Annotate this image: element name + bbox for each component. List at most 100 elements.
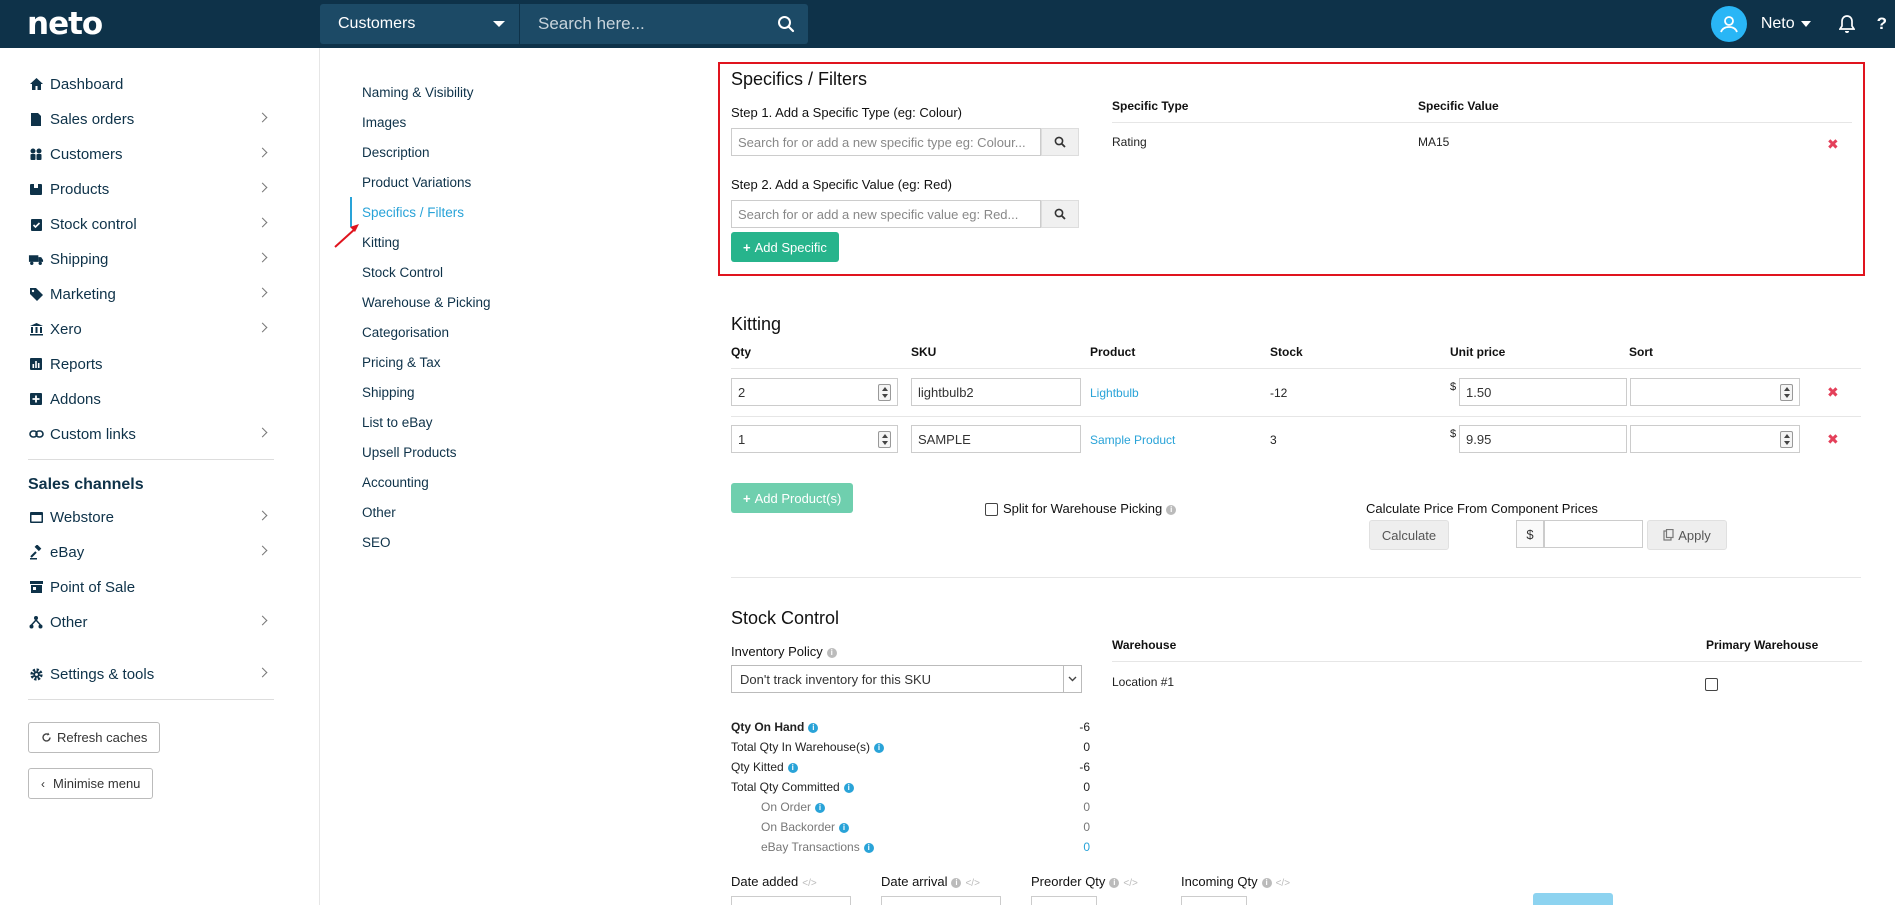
sidebar-item-label: Point of Sale bbox=[50, 578, 136, 596]
subnav-images[interactable]: Images bbox=[362, 115, 406, 130]
ebay-transactions-value[interactable]: 0 bbox=[1070, 840, 1090, 854]
specific-type-search-button[interactable] bbox=[1041, 128, 1079, 156]
kit-price-input[interactable]: 9.95 bbox=[1459, 425, 1627, 453]
sidebar-item-stock-control[interactable]: Stock control bbox=[28, 207, 274, 241]
refresh-caches-button[interactable]: Refresh caches bbox=[28, 722, 161, 753]
search-scope-select[interactable]: Customers bbox=[320, 4, 520, 44]
kit-stock-cell: 3 bbox=[1270, 433, 1277, 447]
delete-kit-row-button[interactable]: ✖ bbox=[1827, 384, 1839, 401]
subnav-pricing-tax[interactable]: Pricing & Tax bbox=[362, 355, 441, 370]
sidebar-item-label: Xero bbox=[50, 320, 82, 338]
info-icon[interactable]: i bbox=[843, 782, 854, 793]
add-products-button[interactable]: + Add Product(s) bbox=[731, 483, 854, 513]
help-button[interactable]: ? bbox=[1877, 14, 1887, 34]
primary-warehouse-checkbox[interactable] bbox=[1705, 678, 1718, 691]
calc-price-input[interactable] bbox=[1544, 520, 1643, 548]
kit-qty-input[interactable]: 1 bbox=[731, 425, 898, 453]
info-icon[interactable]: i bbox=[787, 762, 798, 773]
subnav-kitting[interactable]: Kitting bbox=[362, 235, 400, 250]
add-specific-button[interactable]: + Add Specific bbox=[731, 232, 839, 262]
info-icon[interactable]: i bbox=[863, 842, 874, 853]
sidebar-item-xero[interactable]: Xero bbox=[28, 312, 274, 346]
subnav-accounting[interactable]: Accounting bbox=[362, 475, 429, 490]
specific-type-input[interactable]: Search for or add a new specific type eg… bbox=[731, 128, 1041, 156]
info-icon[interactable]: i bbox=[1166, 504, 1177, 515]
subnav-list-to-ebay[interactable]: List to eBay bbox=[362, 415, 433, 430]
sidebar-item-custom-links[interactable]: Custom links bbox=[28, 417, 274, 451]
kit-product-link[interactable]: Sample Product bbox=[1090, 433, 1175, 447]
stepper-icon[interactable] bbox=[878, 431, 891, 448]
subnav-naming-visibility[interactable]: Naming & Visibility bbox=[362, 85, 474, 100]
apply-button[interactable]: Apply bbox=[1647, 520, 1727, 550]
sidebar-item-webstore[interactable]: Webstore bbox=[28, 500, 274, 534]
info-icon[interactable]: i bbox=[826, 647, 837, 658]
neto-logo[interactable]: neto bbox=[27, 6, 103, 42]
notifications-button[interactable] bbox=[1838, 15, 1855, 33]
preorder-qty-label: Preorder Qty i </> bbox=[1031, 874, 1138, 889]
specific-value-search-button[interactable] bbox=[1041, 200, 1079, 228]
delete-specific-button[interactable]: ✖ bbox=[1827, 136, 1839, 153]
avatar[interactable] bbox=[1710, 6, 1747, 42]
sidebar-item-settings[interactable]: Settings & tools bbox=[28, 657, 274, 691]
search-button[interactable] bbox=[764, 4, 808, 44]
subnav-specifics-filters[interactable]: Specifics / Filters bbox=[362, 205, 464, 220]
chevron-down-icon[interactable] bbox=[1800, 21, 1811, 27]
kit-sku-input[interactable]: SAMPLE bbox=[911, 425, 1081, 453]
kit-sort-input[interactable] bbox=[1630, 378, 1800, 406]
info-icon[interactable]: i bbox=[951, 877, 962, 888]
subnav-warehouse-picking[interactable]: Warehouse & Picking bbox=[362, 295, 491, 310]
kit-qty-input[interactable]: 2 bbox=[731, 378, 898, 406]
subnav-other[interactable]: Other bbox=[362, 505, 396, 520]
subnav-seo[interactable]: SEO bbox=[362, 535, 391, 550]
info-icon[interactable]: i bbox=[815, 802, 826, 813]
sidebar-item-marketing[interactable]: Marketing bbox=[28, 277, 274, 311]
kit-sku-input[interactable]: lightbulb2 bbox=[911, 378, 1081, 406]
sidebar-item-addons[interactable]: Addons bbox=[28, 382, 274, 416]
on-backorder-label: On Backorder i bbox=[761, 820, 850, 834]
floating-save-button[interactable] bbox=[1533, 893, 1613, 905]
sidebar-item-shipping[interactable]: Shipping bbox=[28, 242, 274, 276]
section-divider bbox=[731, 577, 1861, 578]
sidebar-item-other[interactable]: Other bbox=[28, 605, 274, 639]
subnav-upsell-products[interactable]: Upsell Products bbox=[362, 445, 457, 460]
stepper-icon[interactable] bbox=[1780, 431, 1793, 448]
info-icon[interactable]: i bbox=[1261, 877, 1272, 888]
sidebar-item-products[interactable]: Products bbox=[28, 172, 274, 206]
info-icon[interactable]: i bbox=[839, 822, 850, 833]
delete-kit-row-button[interactable]: ✖ bbox=[1827, 431, 1839, 448]
incoming-qty-input[interactable] bbox=[1181, 896, 1247, 905]
sidebar-item-ebay[interactable]: eBay bbox=[28, 535, 274, 569]
date-added-input[interactable] bbox=[731, 896, 851, 905]
kit-sort-input[interactable] bbox=[1630, 425, 1800, 453]
subnav-description[interactable]: Description bbox=[362, 145, 430, 160]
info-icon[interactable]: i bbox=[808, 722, 819, 733]
subnav-categorisation[interactable]: Categorisation bbox=[362, 325, 449, 340]
info-icon[interactable]: i bbox=[873, 742, 884, 753]
specifics-title: Specifics / Filters bbox=[731, 69, 868, 89]
kit-product-link[interactable]: Lightbulb bbox=[1090, 386, 1139, 400]
stepper-icon[interactable] bbox=[878, 384, 891, 401]
user-menu-name[interactable]: Neto bbox=[1761, 15, 1795, 33]
subnav-product-variations[interactable]: Product Variations bbox=[362, 175, 471, 190]
sidebar-item-sales-orders[interactable]: Sales orders bbox=[28, 102, 274, 136]
subnav-stock-control[interactable]: Stock Control bbox=[362, 265, 443, 280]
date-arrival-input[interactable] bbox=[881, 896, 1001, 905]
sidebar-item-dashboard[interactable]: Dashboard bbox=[28, 67, 274, 101]
kit-price-input[interactable]: 1.50 bbox=[1459, 378, 1627, 406]
preorder-qty-input[interactable] bbox=[1031, 896, 1097, 905]
minimise-menu-button[interactable]: ‹ Minimise menu bbox=[28, 768, 154, 799]
inventory-policy-select[interactable]: Don't track inventory for this SKU bbox=[731, 665, 1082, 693]
search-input[interactable] bbox=[520, 4, 764, 44]
sidebar-item-point-of-sale[interactable]: Point of Sale bbox=[28, 570, 274, 604]
stepper-icon[interactable] bbox=[1780, 384, 1793, 401]
specific-value-input[interactable]: Search for or add a new specific value e… bbox=[731, 200, 1041, 228]
warehouse-cell: Location #1 bbox=[1112, 675, 1175, 689]
subnav-shipping[interactable]: Shipping bbox=[362, 385, 415, 400]
sidebar-item-reports[interactable]: Reports bbox=[28, 347, 274, 381]
sidebar-item-label: Other bbox=[50, 613, 88, 631]
chevron-right-icon bbox=[257, 147, 268, 158]
sidebar-item-customers[interactable]: Customers bbox=[28, 137, 274, 171]
info-icon[interactable]: i bbox=[1109, 877, 1120, 888]
calculate-button[interactable]: Calculate bbox=[1369, 520, 1449, 550]
split-warehouse-checkbox[interactable] bbox=[985, 503, 998, 516]
